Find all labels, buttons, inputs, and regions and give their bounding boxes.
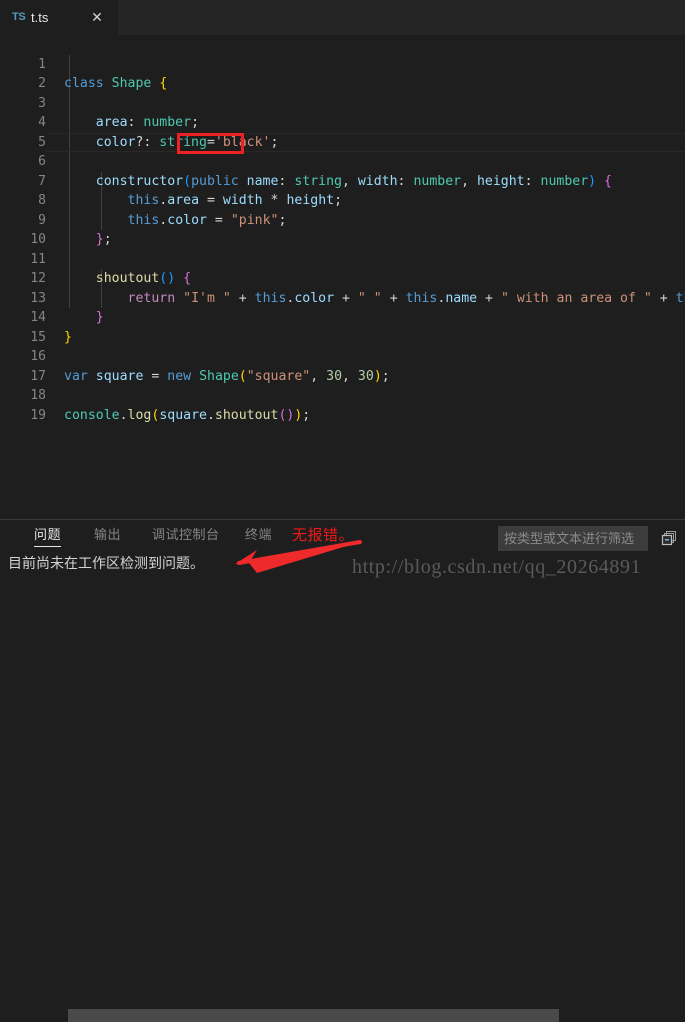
code-line: 12 return "I'm " + this.color + " " + th… [0,250,685,306]
editor-tab-bar: TS t.ts ✕ [0,0,685,35]
text-cursor [241,135,243,150]
panel-tab-terminal[interactable]: 终端 [245,524,272,543]
code-line: 16 var square = new Shape("square", 30, … [0,328,685,384]
code-line: 18 console.log(square.shoutout()); [0,367,685,423]
collapse-all-icon[interactable] [660,529,678,547]
code-line: 9 }; [0,191,685,248]
problems-filter-box[interactable] [498,526,648,551]
code-line: 1 class Shape { [0,35,685,92]
code-line: 11 shoutout() { [0,230,685,287]
code-line: 4 color?: string='black'; [0,94,685,150]
code-line: 3 area: number; [0,74,685,131]
panel-tab-debug-console[interactable]: 调试控制台 [152,524,220,543]
code-line: 6 constructor(public name: string, width… [0,133,685,189]
code-lines: 1 class Shape { 2 3 area: number; 4 colo… [0,35,685,510]
code-line: 13 } [0,269,685,326]
editor-tab-t-ts[interactable]: TS t.ts ✕ [0,0,118,35]
code-line: 19 [0,386,685,423]
code-line: 10 [0,211,685,247]
watermark-text: http://blog.csdn.net/qq_20264891 [352,556,642,578]
line-content: console.log(square.shoutout()); [64,407,311,423]
code-line: 8 this.color = "pink"; [0,172,685,228]
code-line: 5 [0,113,685,150]
code-line: 7 this.area = width * height; [0,152,685,209]
editor-tab-label: t.ts [31,10,49,25]
problems-empty-message: 目前尚未在工作区检测到问题。 [8,555,204,571]
code-editor[interactable]: 1 class Shape { 2 3 area: number; 4 colo… [0,35,685,510]
annotation-no-errors-text: 无报错。 [292,527,355,544]
code-line: 2 [0,55,685,91]
panel-tab-problems[interactable]: 问题 [34,524,62,547]
code-line: 14 } [0,289,685,345]
vscode-window: TS t.ts ✕ 1 class Shape { 2 3 area: numb… [0,0,685,1022]
scrollbar-thumb[interactable] [68,1009,559,1022]
code-line: 17 [0,347,685,384]
problems-filter-input[interactable] [498,526,648,551]
close-icon[interactable]: ✕ [89,9,105,25]
panel-tab-output[interactable]: 输出 [94,524,121,543]
typescript-file-icon: TS [12,11,26,23]
editor-horizontal-scrollbar[interactable] [0,504,685,1022]
code-line: 15 [0,308,685,345]
line-number: 19 [30,407,46,423]
